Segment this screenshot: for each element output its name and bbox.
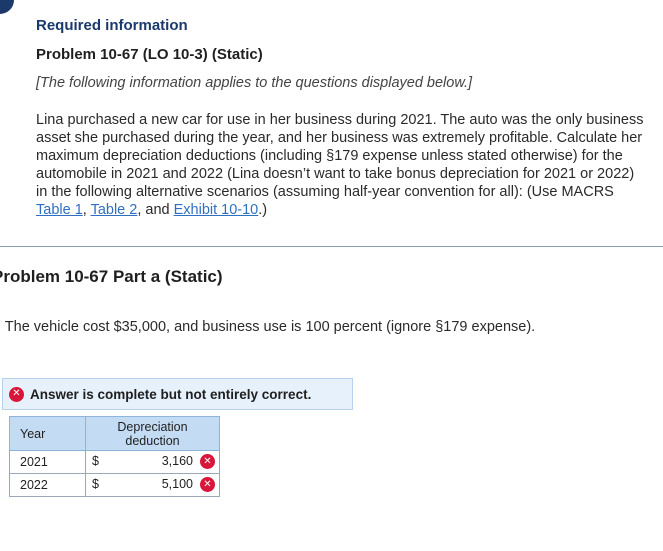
table-2-link[interactable]: Table 2 — [91, 202, 138, 218]
depreciation-value[interactable]: 5,100 — [162, 477, 193, 491]
intro-note: [The following information applies to th… — [36, 75, 473, 91]
table-header-row: Year Depreciation deduction — [9, 416, 220, 451]
depreciation-value[interactable]: 3,160 — [162, 454, 193, 468]
depreciation-table: Year Depreciation deduction 2021 $ 3,160… — [9, 416, 220, 497]
answer-status-banner: ✕ Answer is complete but not entirely co… — [2, 378, 353, 410]
exhibit-10-10-link[interactable]: Exhibit 10-10 — [174, 202, 259, 218]
x-circle-icon: ✕ — [9, 386, 24, 402]
table-1-link[interactable]: Table 1 — [36, 202, 83, 218]
problem-statement-text: Lina purchased a new car for use in her … — [36, 112, 644, 200]
year-column-header: Year — [9, 416, 86, 451]
statement-tail: .) — [258, 202, 268, 218]
problem-title: Problem 10-67 (LO 10-3) (Static) — [36, 46, 263, 63]
currency-symbol: $ — [92, 454, 99, 468]
separator-2: , and — [137, 202, 174, 218]
incorrect-x-icon: ✕ — [200, 477, 215, 492]
depreciation-input-2021[interactable]: $ 3,160 ✕ — [85, 450, 220, 474]
part-prompt: . The vehicle cost $35,000, and business… — [0, 319, 536, 335]
incorrect-x-icon: ✕ — [200, 454, 215, 469]
problem-statement: Lina purchased a new car for use in her … — [36, 111, 648, 219]
depreciation-header-line2: deduction — [125, 433, 180, 448]
currency-symbol: $ — [92, 477, 99, 491]
year-cell: 2021 — [9, 450, 86, 474]
table-row: 2022 $ 5,100 ✕ — [9, 473, 220, 497]
section-divider — [0, 246, 663, 247]
required-information-heading: Required information — [36, 17, 188, 34]
year-cell: 2022 — [9, 473, 86, 497]
table-row: 2021 $ 3,160 ✕ — [9, 450, 220, 474]
question-badge — [0, 0, 14, 14]
part-heading: Problem 10-67 Part a (Static) — [0, 267, 223, 286]
depreciation-header-line1: Depreciation — [117, 419, 188, 434]
answer-status-text: Answer is complete but not entirely corr… — [30, 386, 312, 402]
separator-1: , — [82, 202, 91, 218]
depreciation-column-header: Depreciation deduction — [85, 416, 220, 451]
depreciation-input-2022[interactable]: $ 5,100 ✕ — [85, 473, 220, 497]
